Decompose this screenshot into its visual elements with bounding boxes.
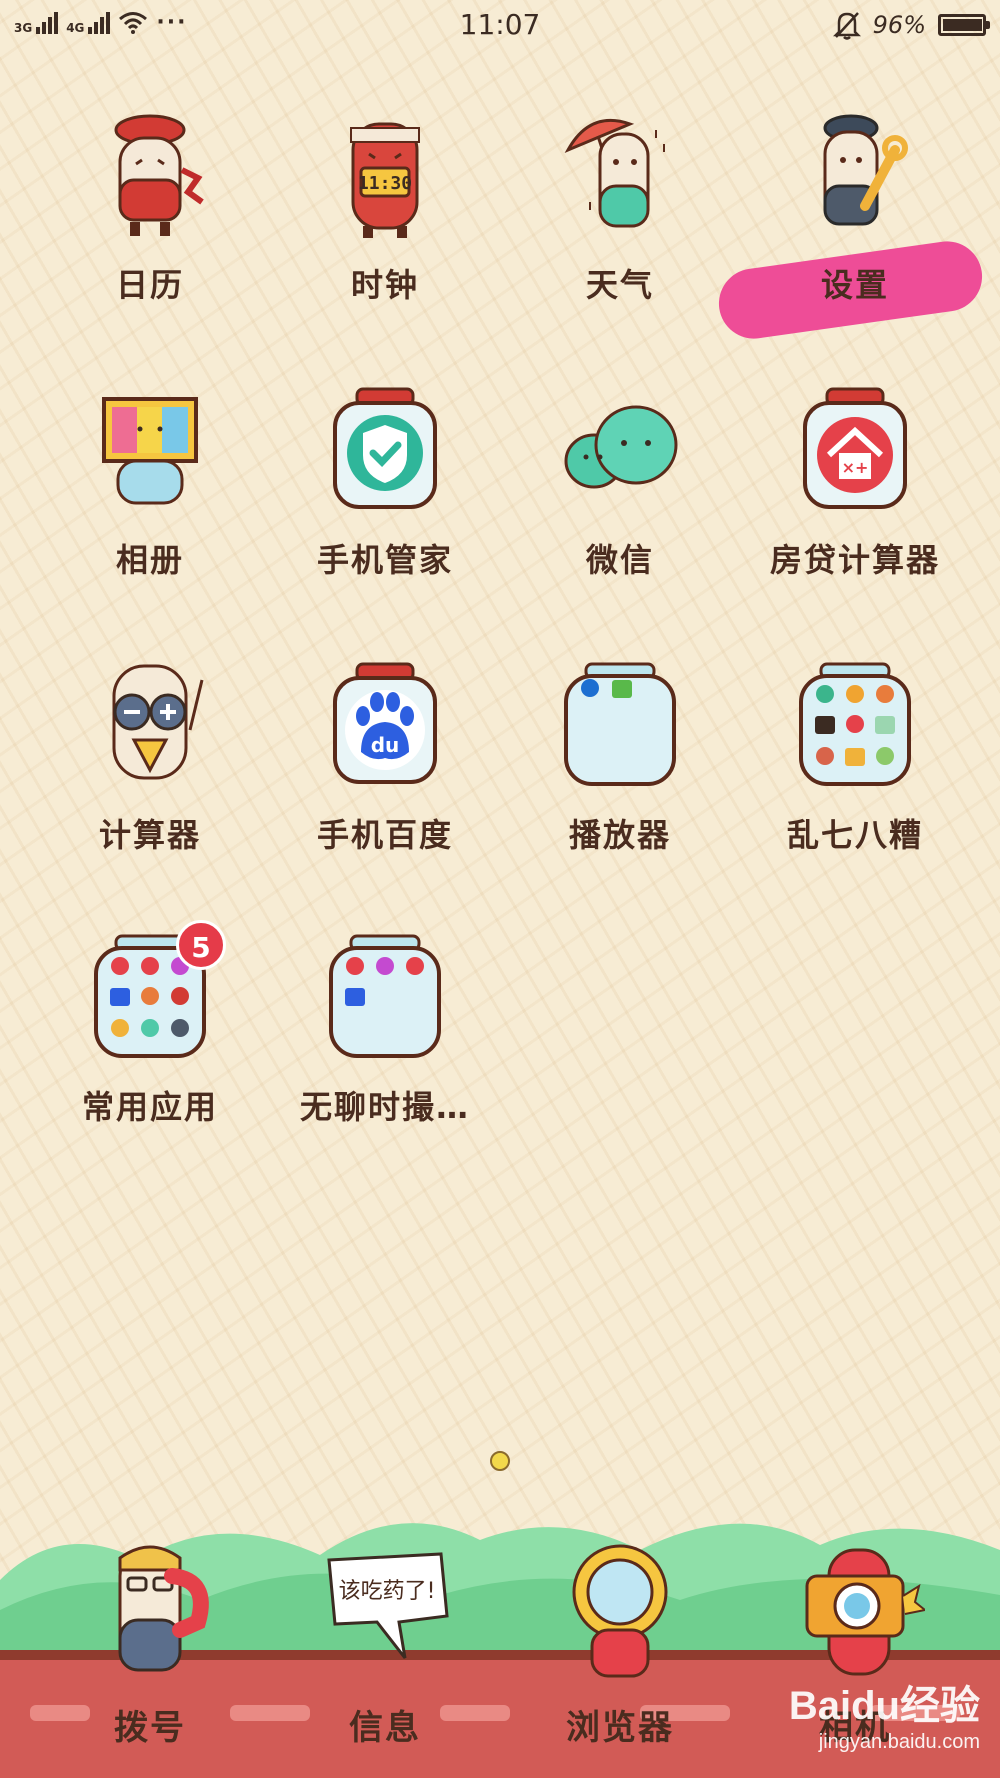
app-label: 手机管家 <box>316 541 453 579</box>
app-label: 日历 <box>115 266 184 304</box>
calculator-icon <box>112 664 204 780</box>
wechat-icon <box>564 405 678 489</box>
app-label: 相册 <box>115 541 184 579</box>
page-indicator-dot[interactable] <box>490 1451 510 1471</box>
gallery-icon <box>102 397 198 505</box>
app-weather[interactable]: 天气 <box>510 110 730 360</box>
folder-bored[interactable]: 无聊时撮… <box>275 932 495 1182</box>
app-baidu[interactable]: du 手机百度 <box>275 660 495 910</box>
dock-messages[interactable]: 该吃药了! 信息 <box>275 1500 495 1778</box>
battery-icon <box>938 14 990 36</box>
app-clock[interactable]: 11:30 时钟 <box>275 110 495 360</box>
app-phone-manager[interactable]: 手机管家 <box>275 385 495 635</box>
app-settings[interactable]: 设置 <box>745 110 965 360</box>
calendar-icon <box>114 114 204 236</box>
dock-dialer[interactable]: 拨号 <box>40 1500 260 1778</box>
app-label: 设置 <box>820 266 889 304</box>
speech-bubble-text: 该吃药了! <box>339 1579 436 1604</box>
svg-text:×+: ×+ <box>842 458 869 477</box>
watermark-logo: Baidu经验 <box>788 1684 980 1728</box>
misc-folder-icon <box>799 662 911 786</box>
browser-icon <box>572 1544 668 1678</box>
dock: 拨号 该吃药了! 信息 浏览器 相机 Baidu经验 jingyan.baidu… <box>0 1500 1000 1778</box>
app-label: 播放器 <box>568 816 671 854</box>
folder-common-apps[interactable]: 5 常用应用 <box>40 920 260 1182</box>
weather-icon <box>564 118 665 228</box>
app-mortgage-calculator[interactable]: ×+ 房贷计算器 <box>745 385 965 635</box>
app-calculator[interactable]: 计算器 <box>40 660 260 910</box>
baidu-jingyan-watermark: Baidu经验 jingyan.baidu.com <box>789 1673 980 1754</box>
dock-browser[interactable]: 浏览器 <box>510 1500 730 1778</box>
dock-label: 浏览器 <box>566 1708 674 1748</box>
settings-icon <box>823 114 908 226</box>
watermark-url: jingyan.baidu.com <box>818 1731 980 1753</box>
app-label: 微信 <box>585 541 654 579</box>
bored-folder-icon <box>329 934 441 1058</box>
app-label: 常用应用 <box>81 1088 218 1126</box>
folder-player[interactable]: 播放器 <box>510 660 730 910</box>
app-label: 天气 <box>585 266 654 304</box>
baidu-logo-text: du <box>371 733 400 757</box>
phone-manager-icon <box>333 387 437 509</box>
app-wechat[interactable]: 微信 <box>510 385 730 635</box>
camera-icon <box>805 1548 925 1676</box>
app-label: 时钟 <box>350 266 419 304</box>
app-label: 房贷计算器 <box>769 541 940 579</box>
app-label: 乱七八糟 <box>786 816 923 854</box>
clock-icon: 11:30 <box>350 122 420 238</box>
app-label: 计算器 <box>98 816 201 854</box>
clock-face-text: 11:30 <box>358 173 412 194</box>
bell-icon <box>832 12 861 40</box>
dock-label: 信息 <box>349 1708 421 1748</box>
mortgage-calculator-icon: ×+ <box>803 387 907 509</box>
baidu-icon: du <box>333 662 437 784</box>
app-label: 无聊时撮… <box>299 1088 470 1126</box>
app-label: 手机百度 <box>316 816 453 854</box>
status-bar: 3G 4G ··· 11:07 96% <box>0 0 1000 52</box>
folder-misc[interactable]: 乱七八糟 <box>745 660 965 910</box>
messages-icon: 该吃药了! <box>327 1552 449 1659</box>
notification-badge: 5 <box>176 920 226 970</box>
player-folder-icon <box>564 662 676 786</box>
app-calendar[interactable]: 日历 <box>40 110 260 360</box>
dock-label: 拨号 <box>114 1708 186 1748</box>
app-gallery[interactable]: 相册 <box>40 385 260 635</box>
dialer-icon <box>118 1545 209 1672</box>
battery-percent: 96% <box>872 11 926 39</box>
